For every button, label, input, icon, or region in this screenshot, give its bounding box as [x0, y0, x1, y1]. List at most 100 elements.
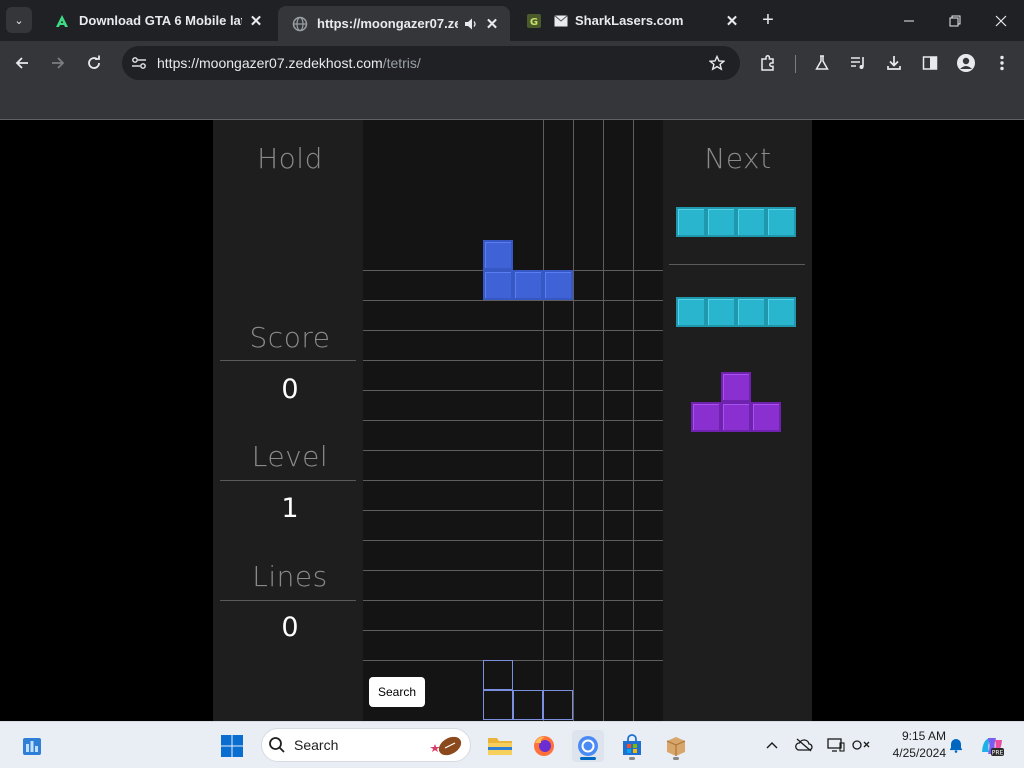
score-label: Score — [249, 321, 331, 354]
close-window-button[interactable] — [978, 0, 1024, 41]
level-divider — [220, 480, 356, 481]
next-piece-block — [766, 297, 796, 327]
copilot-button[interactable]: PRE — [976, 730, 1008, 762]
close-tab-icon[interactable]: ✕ — [484, 16, 500, 33]
toolbar-divider — [795, 55, 796, 73]
tetris-board[interactable] — [363, 120, 663, 721]
start-button[interactable] — [216, 730, 248, 762]
reload-button[interactable] — [83, 52, 105, 74]
store-button[interactable] — [616, 730, 648, 762]
score-divider — [220, 360, 356, 361]
onedrive-button[interactable] — [795, 736, 813, 754]
avatar-icon — [957, 54, 975, 72]
tab-title: https://moongazer07.zedek — [317, 16, 458, 31]
hold-slot — [220, 185, 360, 305]
board-gridline — [363, 420, 663, 421]
level-label: Level — [251, 440, 329, 473]
speaker-icon[interactable] — [464, 17, 478, 31]
extensions-button[interactable] — [757, 52, 779, 74]
ghost-piece-block — [483, 690, 513, 720]
board-gridline — [363, 480, 663, 481]
hold-label: Hold — [257, 142, 323, 175]
back-button[interactable] — [11, 52, 33, 74]
running-indicator — [673, 757, 679, 760]
chevron-down-icon: ⌄ — [14, 14, 24, 27]
file-explorer-button[interactable] — [484, 730, 516, 762]
board-gridline — [363, 330, 663, 331]
notifications-button[interactable] — [947, 736, 965, 754]
cloud-off-icon — [795, 738, 813, 752]
address-bar[interactable]: https://moongazer07.zedekhost.com/tetris… — [122, 46, 740, 80]
kebab-menu-icon — [1000, 55, 1004, 71]
ghost-piece-block — [513, 690, 543, 720]
forward-button[interactable] — [47, 52, 69, 74]
display-button[interactable] — [827, 736, 845, 754]
gta-favicon-icon — [54, 13, 70, 29]
network-volume-button[interactable] — [852, 736, 870, 754]
bookmark-star-icon[interactable] — [706, 52, 728, 74]
bell-icon — [950, 739, 962, 753]
downloads-button[interactable] — [883, 52, 905, 74]
menu-button[interactable] — [991, 52, 1013, 74]
show-hidden-icons-button[interactable] — [763, 736, 781, 754]
next-piece-block — [706, 297, 736, 327]
reload-icon — [88, 55, 100, 69]
side-panel-button[interactable] — [919, 52, 941, 74]
next-divider — [669, 264, 805, 265]
store-icon — [623, 734, 641, 755]
close-tab-icon[interactable]: ✕ — [724, 13, 740, 30]
tab-gta[interactable]: Download GTA 6 Mobile latest ✕ — [40, 0, 274, 41]
board-gridline — [363, 510, 663, 511]
restore-button[interactable] — [932, 0, 978, 41]
active-piece-block — [543, 270, 573, 300]
active-piece-block — [483, 270, 513, 300]
mail-icon — [553, 13, 569, 29]
widgets-button[interactable] — [16, 730, 48, 762]
svg-text:G: G — [530, 17, 538, 28]
search-placeholder: Search — [294, 737, 339, 753]
board-gridline — [363, 390, 663, 391]
side-panel-icon — [922, 56, 938, 70]
media-control-button[interactable] — [847, 52, 869, 74]
score-value: 0 — [281, 374, 299, 405]
lines-divider — [220, 600, 356, 601]
search-icon — [269, 737, 285, 753]
bookmarks-bar — [0, 85, 1024, 120]
firefox-button[interactable] — [528, 730, 560, 762]
minimize-button[interactable] — [886, 0, 932, 41]
close-tab-icon[interactable]: ✕ — [248, 13, 264, 30]
monitor-icon — [827, 738, 845, 752]
new-tab-button[interactable]: + — [758, 8, 778, 32]
clock-time: 9:15 AM — [901, 729, 946, 743]
next-piece-block — [706, 207, 736, 237]
chevron-up-icon — [766, 742, 778, 749]
board-gridline — [363, 570, 663, 571]
tab-tetris[interactable]: https://moongazer07.zedek ✕ — [278, 6, 510, 41]
restore-icon — [949, 15, 961, 26]
tab-search-button[interactable]: ⌄ — [6, 7, 32, 33]
next-piece-block — [676, 207, 706, 237]
board-gridline — [363, 300, 663, 301]
plus-icon: + — [762, 8, 774, 31]
tab-sharklasers[interactable]: G SharkLasers.com ✕ — [512, 0, 750, 41]
clock[interactable]: 9:15 AM 4/25/2024 — [880, 728, 946, 762]
running-indicator — [580, 757, 596, 760]
next-piece-block — [736, 297, 766, 327]
windows-taskbar: Search 9:15 AM 4/25/2024 PRE — [0, 721, 1024, 768]
board-gridline — [363, 630, 663, 631]
football-icon — [430, 736, 462, 756]
taskbar-search[interactable]: Search — [261, 728, 471, 762]
tab-title: SharkLasers.com — [575, 13, 684, 28]
next-piece-block — [721, 402, 751, 432]
chrome-button[interactable] — [572, 730, 604, 762]
widgets-icon — [23, 738, 41, 755]
package-app-button[interactable] — [660, 730, 692, 762]
clock-date: 4/25/2024 — [892, 746, 946, 760]
firefox-icon — [534, 736, 554, 756]
profile-button[interactable] — [955, 52, 977, 74]
site-info-icon[interactable] — [128, 52, 150, 74]
tetris-game: Hold Score 0 Level 1 Lines 0 Next — [213, 120, 812, 721]
flask-icon — [815, 55, 829, 70]
arrow-left-icon — [15, 57, 28, 69]
labs-button[interactable] — [811, 52, 833, 74]
